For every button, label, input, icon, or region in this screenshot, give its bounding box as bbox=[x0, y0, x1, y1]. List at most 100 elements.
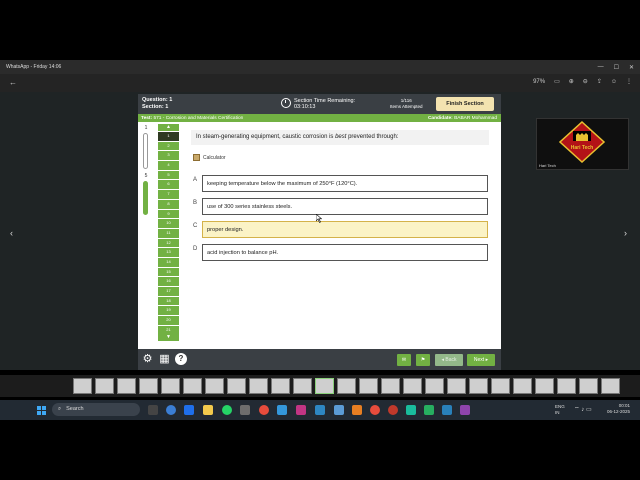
question-nav-item[interactable]: 2 bbox=[158, 141, 179, 151]
task-view-icon[interactable] bbox=[148, 405, 158, 415]
chrome-alt-icon[interactable] bbox=[388, 405, 398, 415]
windows-start-icon[interactable] bbox=[37, 406, 46, 415]
thumbnail[interactable] bbox=[557, 378, 576, 394]
question-nav-item[interactable]: 10 bbox=[158, 219, 179, 228]
thumbnail[interactable] bbox=[117, 378, 136, 394]
taskbar-search[interactable]: ⌕ Search bbox=[52, 403, 140, 416]
thumbnail[interactable] bbox=[73, 378, 92, 394]
previous-image-icon[interactable]: ‹ bbox=[10, 228, 13, 238]
settings-gear-icon[interactable]: ⚙ bbox=[141, 353, 154, 366]
question-nav-item[interactable]: 20 bbox=[158, 316, 179, 325]
calculator-button[interactable]: Calculator bbox=[193, 154, 226, 161]
thumbnail[interactable] bbox=[205, 378, 224, 394]
close-icon[interactable]: ✕ bbox=[629, 64, 634, 71]
question-nav-item[interactable]: 1 bbox=[158, 132, 179, 141]
thumbnail[interactable] bbox=[381, 378, 400, 394]
thumbnail[interactable] bbox=[535, 378, 554, 394]
instagram-icon[interactable] bbox=[296, 405, 306, 415]
app-icon[interactable] bbox=[460, 405, 470, 415]
language-indicator[interactable]: ENG IN bbox=[555, 404, 565, 416]
calendar-icon[interactable] bbox=[277, 405, 287, 415]
thumbnail[interactable] bbox=[183, 378, 202, 394]
answer-option-a[interactable]: keeping temperature below the maximum of… bbox=[202, 175, 488, 192]
nav-down-icon[interactable]: ▼ bbox=[158, 334, 179, 342]
mail-icon[interactable] bbox=[315, 405, 325, 415]
zoom-out-icon[interactable]: ⊖ bbox=[583, 78, 588, 85]
thumbnail[interactable] bbox=[469, 378, 488, 394]
excel-icon[interactable] bbox=[424, 405, 434, 415]
comment-icon[interactable]: ✉ bbox=[397, 354, 411, 366]
thumbnail[interactable] bbox=[227, 378, 246, 394]
question-nav-item[interactable]: 16 bbox=[158, 277, 179, 286]
question-nav-item[interactable]: 9 bbox=[158, 209, 179, 219]
share-icon[interactable]: ⇪ bbox=[597, 78, 602, 85]
thumbnail[interactable] bbox=[293, 378, 312, 394]
thumbnail[interactable] bbox=[359, 378, 378, 394]
question-nav-item[interactable]: 7 bbox=[158, 190, 179, 199]
items-attempted: 1/116 Items Attempted bbox=[390, 98, 423, 110]
more-icon[interactable]: ⋮ bbox=[626, 78, 632, 85]
fit-icon[interactable]: ▭ bbox=[554, 78, 560, 85]
edge-alt-icon[interactable] bbox=[406, 405, 416, 415]
photos-icon[interactable] bbox=[352, 405, 362, 415]
wifi-volume-battery-icon[interactable]: ⌔ ♪ ▭ bbox=[574, 405, 592, 413]
question-nav-item[interactable]: 21 bbox=[158, 325, 179, 335]
thumbnail[interactable] bbox=[337, 378, 356, 394]
question-nav-item[interactable]: 17 bbox=[158, 287, 179, 296]
thumbnail[interactable] bbox=[579, 378, 598, 394]
question-nav-item[interactable]: 8 bbox=[158, 199, 179, 209]
thumbnail[interactable] bbox=[249, 378, 268, 394]
help-icon[interactable]: ? bbox=[175, 353, 187, 365]
question-nav-item[interactable]: 4 bbox=[158, 161, 179, 170]
question-nav-item[interactable]: 11 bbox=[158, 228, 179, 238]
thumbnail[interactable] bbox=[95, 378, 114, 394]
chrome-profile-icon[interactable] bbox=[370, 405, 380, 415]
question-nav-item[interactable]: 15 bbox=[158, 267, 179, 277]
question-nav-item[interactable]: 13 bbox=[158, 248, 179, 257]
nav-up-icon[interactable]: ▲ bbox=[158, 124, 179, 131]
maximize-icon[interactable]: ☐ bbox=[614, 64, 619, 71]
back-button[interactable]: ◂ Back bbox=[435, 354, 463, 366]
word-icon[interactable] bbox=[334, 405, 344, 415]
question-nav-item[interactable]: 6 bbox=[158, 180, 179, 190]
back-arrow-icon[interactable]: ← bbox=[9, 78, 17, 87]
thumbnail[interactable] bbox=[447, 378, 466, 394]
copilot-icon[interactable] bbox=[184, 405, 194, 415]
zoom-in-icon[interactable]: ⊕ bbox=[569, 78, 574, 85]
answer-option-b[interactable]: use of 300 series stainless steels. bbox=[202, 198, 488, 215]
emoji-icon[interactable]: ☺ bbox=[611, 79, 617, 85]
thumbnail[interactable] bbox=[139, 378, 158, 394]
store-icon[interactable] bbox=[240, 405, 250, 415]
question-nav-item[interactable]: 18 bbox=[158, 296, 179, 306]
clock[interactable]: 00:01 06-12-2025 bbox=[607, 403, 630, 415]
thumbnail[interactable] bbox=[161, 378, 180, 394]
answer-option-c[interactable]: proper design. bbox=[202, 221, 488, 238]
question-nav-item[interactable]: 19 bbox=[158, 306, 179, 316]
thumbnail[interactable] bbox=[403, 378, 422, 394]
whatsapp-icon[interactable] bbox=[222, 405, 232, 415]
next-image-icon[interactable]: › bbox=[624, 228, 627, 238]
thumbnail[interactable] bbox=[513, 378, 532, 394]
zoom-level[interactable]: 97% bbox=[533, 79, 545, 85]
grid-view-icon[interactable]: ▦ bbox=[158, 353, 171, 366]
next-button[interactable]: Next ▸ bbox=[467, 354, 495, 366]
finish-section-button[interactable]: Finish Section bbox=[436, 97, 494, 111]
question-nav-item[interactable]: 14 bbox=[158, 257, 179, 267]
thumbnail[interactable] bbox=[601, 378, 620, 394]
flag-icon[interactable]: ⚑ bbox=[416, 354, 430, 366]
answer-option-d[interactable]: acid injection to balance pH. bbox=[202, 244, 488, 261]
thumbnail[interactable] bbox=[315, 378, 334, 394]
progress-pill-empty bbox=[143, 133, 148, 169]
search-placeholder: Search bbox=[66, 406, 84, 412]
thumbnail[interactable] bbox=[425, 378, 444, 394]
question-nav-item[interactable]: 3 bbox=[158, 151, 179, 161]
thumbnail[interactable] bbox=[491, 378, 510, 394]
question-nav-item[interactable]: 5 bbox=[158, 170, 179, 180]
minimize-icon[interactable]: — bbox=[598, 64, 604, 70]
edge-browser-icon[interactable] bbox=[166, 405, 176, 415]
teams-icon[interactable] bbox=[442, 405, 452, 415]
question-nav-item[interactable]: 12 bbox=[158, 238, 179, 248]
file-explorer-icon[interactable] bbox=[203, 405, 213, 415]
thumbnail[interactable] bbox=[271, 378, 290, 394]
chrome-icon[interactable] bbox=[259, 405, 269, 415]
